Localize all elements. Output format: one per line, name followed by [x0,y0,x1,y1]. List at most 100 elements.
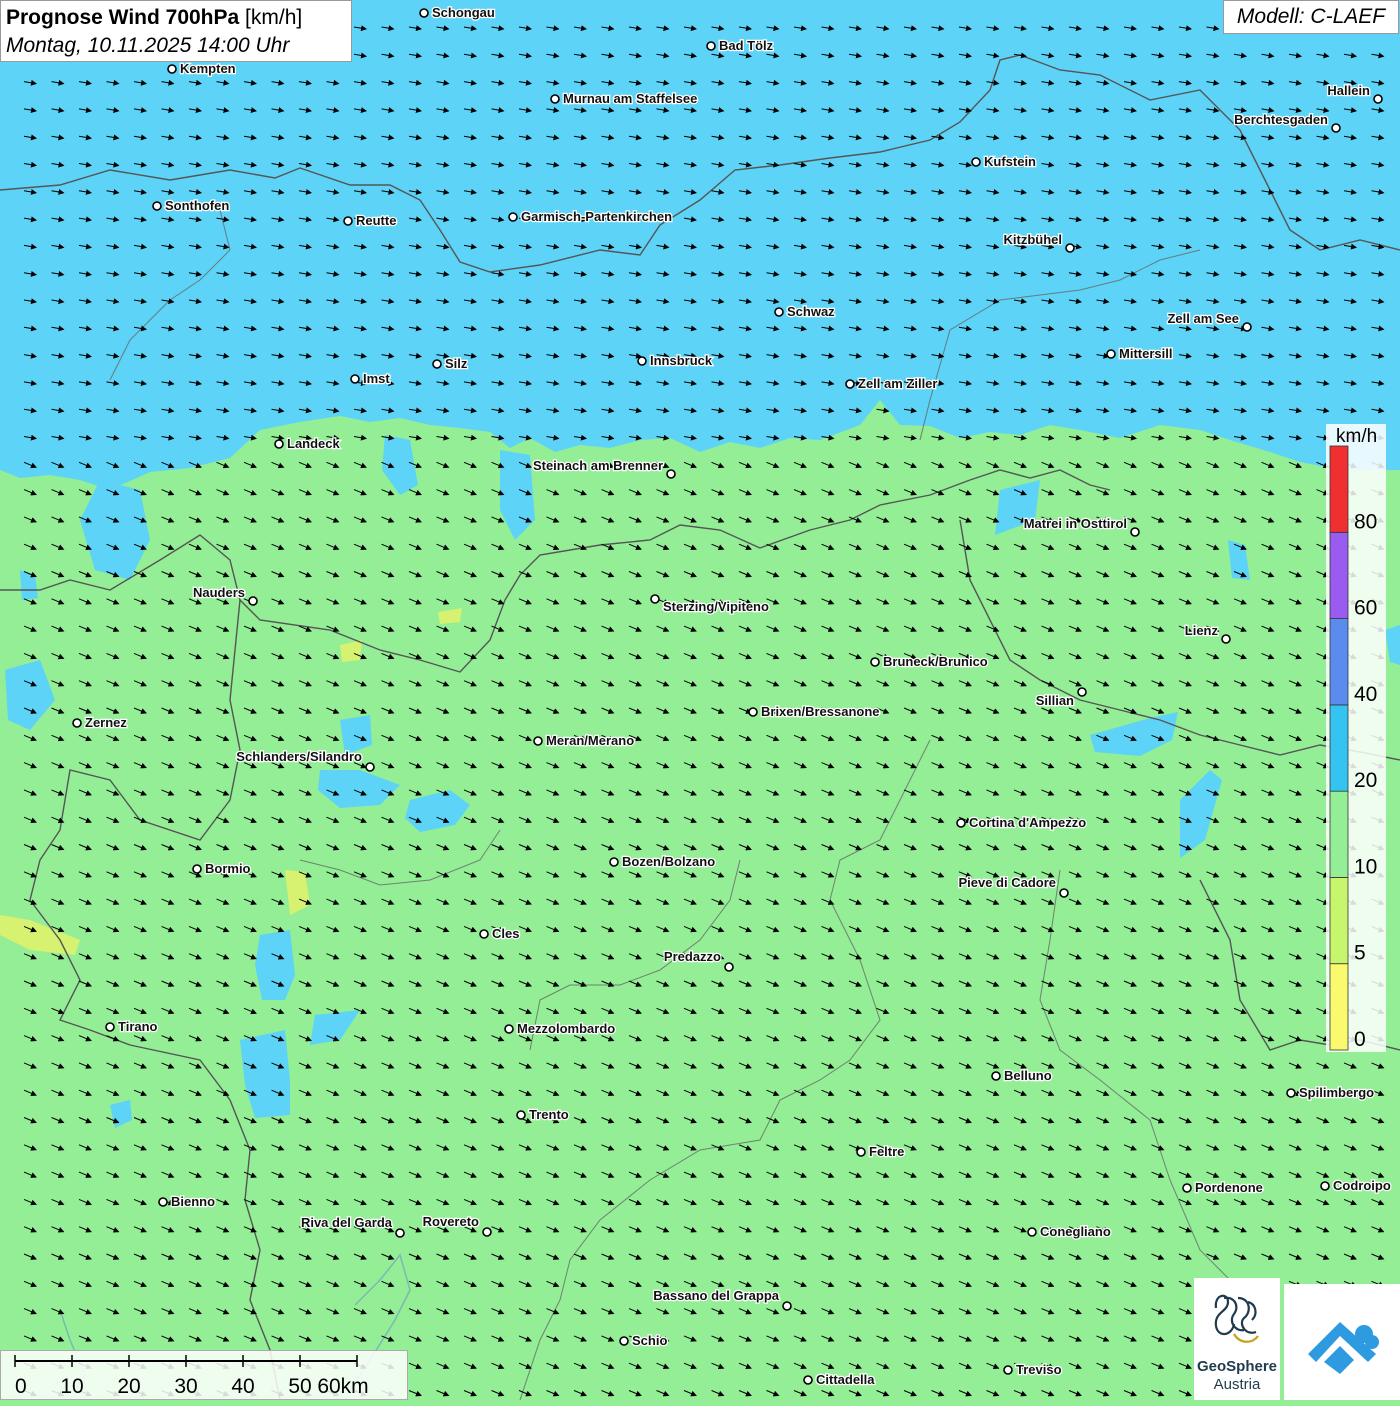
city-label: Lienz [1185,623,1219,638]
city-label: Belluno [1004,1068,1052,1083]
city-marker[interactable]: Spilimbergo [1286,1084,1375,1101]
city-label: Pieve di Cadore [958,875,1056,890]
legend-swatch [1329,531,1349,620]
city-dot [1373,94,1383,104]
city-label: Kufstein [984,154,1036,169]
city-dot [619,1336,629,1346]
city-label: Berchtesgaden [1234,112,1328,127]
city-dot [774,307,784,317]
city-label: Landeck [287,436,341,451]
city-marker[interactable]: Schongau [419,4,496,21]
city-marker[interactable]: Garmisch-Partenkirchen [508,208,673,225]
city-dot [1320,1181,1330,1191]
city-dot [432,359,442,369]
city-label: Schwaz [787,304,835,319]
city-label: Murnau am Staffelsee [563,91,697,106]
city-label: Pordenone [1195,1180,1263,1195]
city-dot [1221,634,1231,644]
city-marker[interactable]: Bruneck/Brunico [870,653,989,670]
city-marker[interactable]: Innsbruck [637,352,714,369]
city-marker[interactable]: Brixen/Bressanone [748,703,881,720]
legend-unit: km/h [1336,426,1377,447]
geosphere-logo: GeoSphere Austria [1194,1278,1280,1400]
city-dot [350,374,360,384]
city-dot [956,818,966,828]
city-dot [1242,322,1252,332]
city-label: Nauders [193,585,245,600]
city-dot [971,157,981,167]
city-marker[interactable]: Pordenone [1182,1179,1264,1196]
city-label: Conegliano [1040,1224,1111,1239]
scale-tick-label: 60km [317,1375,368,1398]
city-dot [666,469,676,479]
city-dot [1286,1088,1296,1098]
scale-tick-label: 40 [231,1375,254,1398]
city-label: Zernez [85,715,127,730]
city-dot [167,64,177,74]
city-label: Schlanders/Silandro [236,749,362,764]
city-dot [419,8,429,18]
city-dot [248,596,258,606]
city-dot [274,439,284,449]
city-marker[interactable]: Mezzolombardo [504,1020,617,1037]
scale-tick-label: 50 [288,1375,311,1398]
model-label: Modell: C-LAEF [1223,0,1399,34]
city-label: Bormio [205,861,251,876]
city-dot [504,1024,514,1034]
city-dot [516,1110,526,1120]
city-marker[interactable]: Conegliano [1027,1223,1112,1240]
city-dot [1003,1365,1013,1375]
map-title: Prognose Wind 700hPa [6,6,240,29]
city-label: Sterzing/Vipiteno [663,599,769,614]
city-label: Cortina d'Ampezzo [969,815,1086,830]
city-label: Spilimbergo [1299,1085,1374,1100]
city-label: Cittadella [816,1372,875,1387]
city-label: Hallein [1327,83,1370,98]
city-dot [803,1375,813,1385]
city-label: Riva del Garda [301,1215,393,1230]
city-label: Zell am Ziller [858,376,937,391]
city-label: Schio [632,1333,667,1348]
city-marker[interactable]: Murnau am Staffelsee [550,90,699,107]
city-marker[interactable]: Bozen/Bolzano [609,853,716,870]
city-label: Bad Tölz [719,38,774,53]
city-label: Bassano del Grappa [653,1288,779,1303]
city-label: Bozen/Bolzano [622,854,715,869]
city-dot [706,41,716,51]
city-dot [856,1147,866,1157]
city-label: Meran/Merano [546,733,634,748]
city-dot [1059,888,1069,898]
city-dot [1065,243,1075,253]
city-marker[interactable]: Zell am Ziller [845,375,939,392]
city-label: Treviso [1016,1362,1062,1377]
legend-swatch [1329,790,1349,878]
wind-map[interactable]: Schongau Bad Tölz Kempten Murnau am Staffel… [0,0,1400,1400]
forecast-datetime: Montag, 10.11.2025 14:00 Uhr [6,34,290,57]
city-dot [870,657,880,667]
city-dot [991,1071,1001,1081]
city-label: Tirano [118,1019,158,1034]
city-dot [550,94,560,104]
scale-bar: 0 10 20 30 40 50 60km [0,1350,408,1400]
geosphere-emblem-icon [1214,1294,1259,1343]
city-dot [1027,1227,1037,1237]
city-marker[interactable]: Cortina d'Ampezzo [956,814,1088,831]
city-dot [158,1197,168,1207]
city-label: Schongau [432,5,495,20]
city-label: Kempten [180,61,236,76]
city-dot [479,929,489,939]
city-label: Garmisch-Partenkirchen [521,209,672,224]
city-label: Reutte [356,213,396,228]
legend-swatch [1329,876,1349,965]
scale-tick-label: 20 [117,1375,140,1398]
city-dot [533,736,543,746]
city-dot [782,1301,792,1311]
city-label: Matrei in Osttirol [1024,516,1127,531]
scale-tick-label: 0 [15,1375,27,1398]
city-dot [395,1228,405,1238]
city-label: Brixen/Bressanone [761,704,880,719]
city-marker[interactable]: Meran/Merano [533,732,635,749]
city-marker[interactable]: Sonthofen [152,197,231,214]
legend-label: 0 [1354,1028,1366,1051]
city-dot [845,379,855,389]
